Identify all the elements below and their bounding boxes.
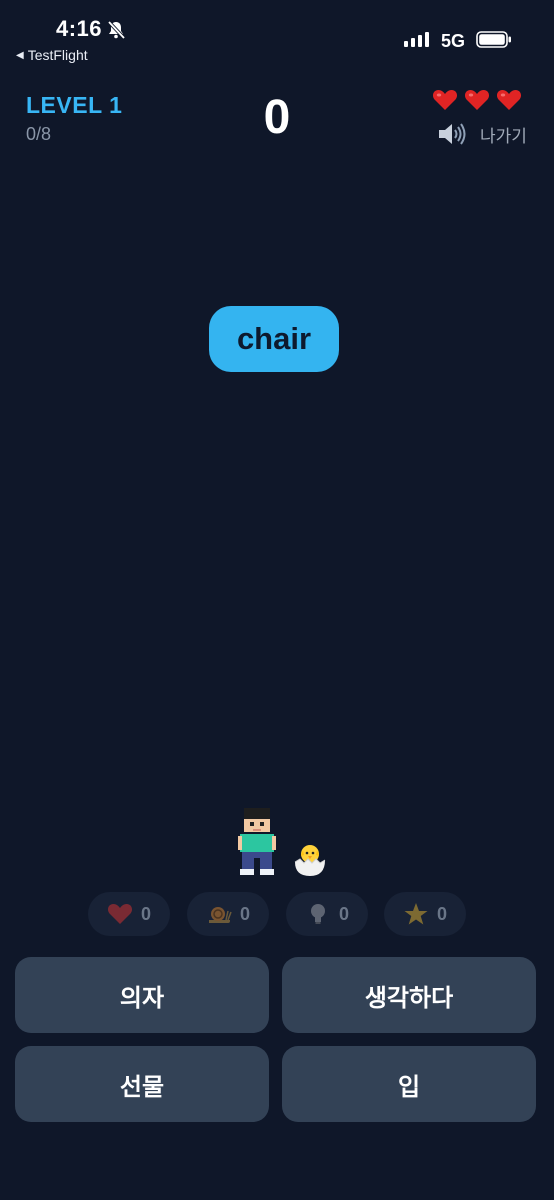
powerup-lightbulb[interactable]: 0 xyxy=(286,892,368,936)
heart-icon xyxy=(107,904,133,924)
powerup-count: 0 xyxy=(239,903,250,924)
powerup-count: 0 xyxy=(338,903,349,924)
battery-icon xyxy=(476,31,511,48)
answer-button-1[interactable]: 의자 xyxy=(15,957,269,1033)
powerup-star[interactable]: 0 xyxy=(384,892,466,936)
back-arrow-icon: ◀ xyxy=(16,49,24,61)
back-app-label: TestFlight xyxy=(27,47,88,63)
powerup-snail[interactable]: 0 xyxy=(187,892,269,936)
heart-icon xyxy=(496,90,522,110)
heart-icon xyxy=(464,90,490,110)
word-bubble: chair xyxy=(209,306,339,372)
speaker-icon[interactable] xyxy=(436,120,466,148)
answer-button-4[interactable]: 입 xyxy=(282,1046,536,1122)
star-icon xyxy=(404,903,428,925)
powerup-heart[interactable]: 0 xyxy=(88,892,170,936)
network-type: 5G xyxy=(441,31,466,51)
status-time: 4:16 xyxy=(56,16,103,41)
snail-icon xyxy=(208,907,232,923)
signal-icon xyxy=(404,32,429,47)
lives xyxy=(432,88,522,112)
bell-muted-icon xyxy=(107,20,126,40)
answer-button-2[interactable]: 생각하다 xyxy=(282,957,536,1033)
target-word: chair xyxy=(236,321,312,356)
lightbulb-icon xyxy=(310,904,325,924)
powerup-count: 0 xyxy=(140,903,151,924)
back-to-testflight[interactable]: ◀ TestFlight xyxy=(16,47,88,63)
hatching-chick-icon xyxy=(294,845,326,876)
heart-icon xyxy=(432,90,458,110)
answer-button-3[interactable]: 선물 xyxy=(15,1046,269,1122)
powerup-count: 0 xyxy=(436,903,447,924)
player-character xyxy=(238,808,276,875)
exit-button[interactable]: 나가기 xyxy=(480,122,527,147)
